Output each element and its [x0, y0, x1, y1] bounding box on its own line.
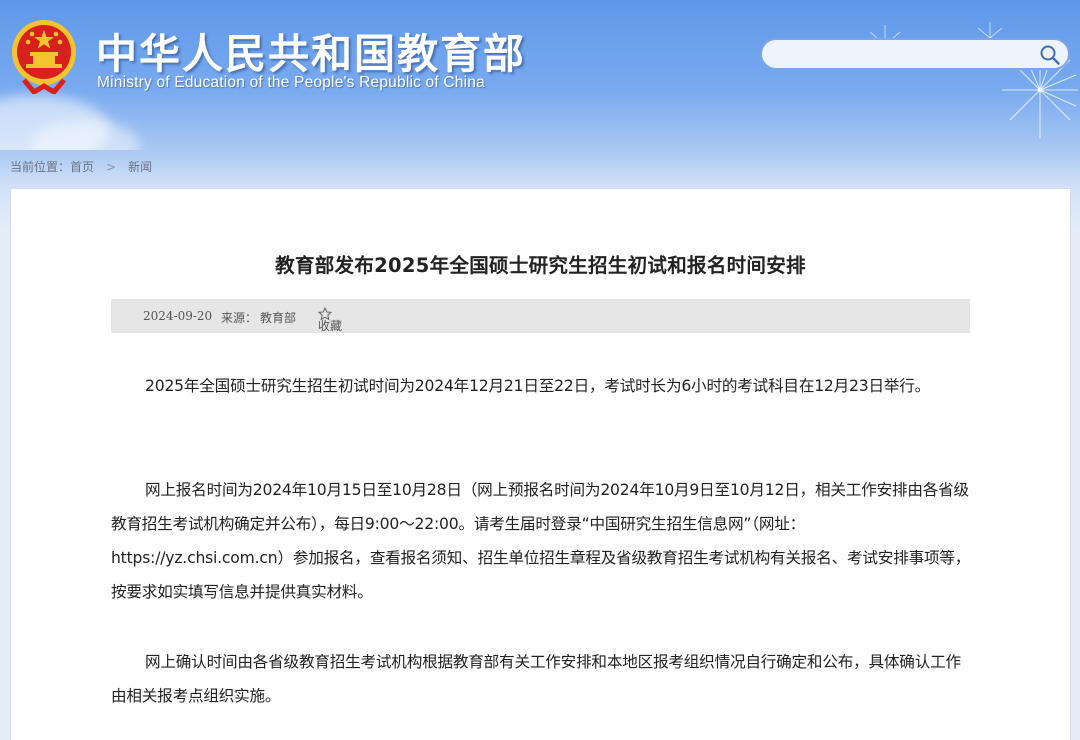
source-label: 来源：	[221, 311, 258, 325]
national-emblem-icon	[12, 20, 76, 94]
search-input[interactable]	[776, 44, 1026, 66]
favorite-label: 收藏	[318, 319, 343, 333]
article-title: 教育部发布2025年全国硕士研究生招生初试和报名时间安排	[275, 254, 806, 277]
favorite-button[interactable]: 收藏	[318, 307, 342, 333]
article-meta-bar: 2024-09-20 来源： 教育部 收藏	[111, 299, 970, 333]
breadcrumb-label: 当前位置：	[10, 160, 71, 174]
article-paragraph: 2025年全国硕士研究生招生初试时间为2024年12月21日至22日，考试时长为…	[145, 377, 931, 395]
article-paragraph: 网上确认时间由各省级教育招生考试机构根据教育部有关工作安排和本地区报考组织情况自…	[111, 653, 961, 705]
breadcrumb-separator: >	[106, 160, 117, 174]
site-header: 中华人民共和国教育部 Ministry of Education of the …	[0, 0, 1080, 150]
search-box	[760, 38, 1070, 70]
site-title: 中华人民共和国教育部	[96, 30, 526, 78]
site-subtitle: Ministry of Education of the People's Re…	[97, 74, 485, 91]
source-name: 教育部	[260, 311, 297, 325]
breadcrumb-news-link[interactable]: 新闻	[128, 160, 152, 174]
search-icon[interactable]	[1038, 43, 1062, 67]
breadcrumb-home-link[interactable]: 首页	[70, 160, 94, 174]
breadcrumb: 当前位置：首页 > 新闻	[10, 158, 152, 175]
publish-date: 2024-09-20	[143, 309, 213, 323]
article-container: 教育部发布2025年全国硕士研究生招生初试和报名时间安排 2024-09-20 …	[10, 188, 1071, 740]
article-paragraph: 网上报名时间为2024年10月15日至10月28日（网上预报名时间为2024年1…	[111, 481, 971, 601]
